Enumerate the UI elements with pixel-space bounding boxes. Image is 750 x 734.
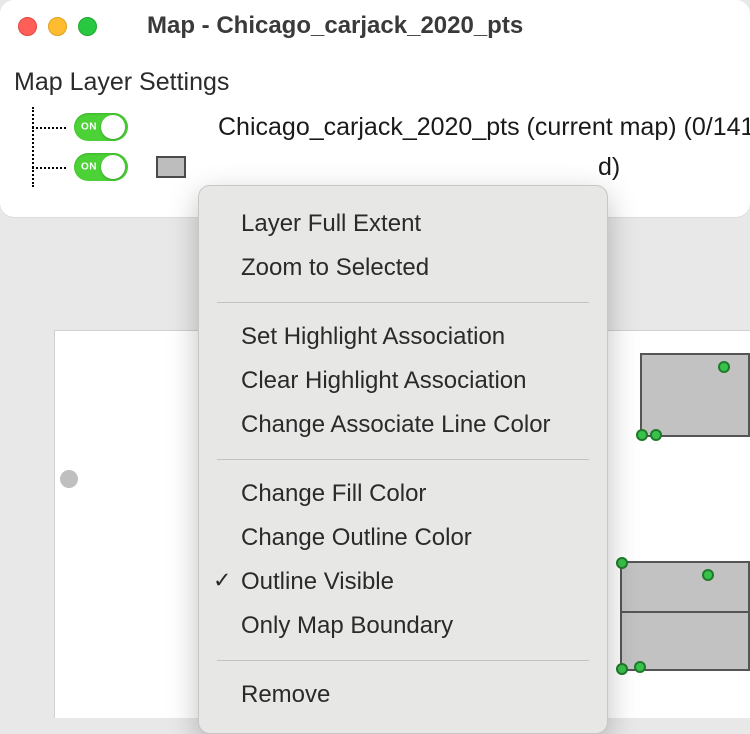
- menu-group-color: Change Fill Color Change Outline Color ✓…: [199, 466, 607, 654]
- toggle-on-label: ON: [81, 162, 97, 173]
- layer-context-menu: Layer Full Extent Zoom to Selected Set H…: [198, 185, 608, 734]
- menu-item-set-highlight-association[interactable]: Set Highlight Association: [199, 315, 607, 359]
- map-point: [718, 361, 730, 373]
- menu-item-outline-visible[interactable]: ✓ Outline Visible: [199, 560, 607, 604]
- menu-item-change-outline-color[interactable]: Change Outline Color: [199, 516, 607, 560]
- toggle-on-label: ON: [81, 122, 97, 133]
- layer-tree: ON Chicago_carjack_2020_pts (current map…: [14, 107, 736, 187]
- map-polygon: [620, 561, 750, 671]
- map-point: [702, 569, 714, 581]
- panel-heading: Map Layer Settings: [14, 68, 736, 97]
- menu-separator: [217, 459, 589, 460]
- scrollbar-thumb[interactable]: [60, 470, 78, 488]
- map-point: [616, 663, 628, 675]
- vertical-scrollbar[interactable]: [58, 330, 80, 718]
- close-icon[interactable]: [18, 17, 37, 36]
- map-point: [634, 661, 646, 673]
- checkmark-icon: ✓: [213, 568, 231, 594]
- menu-item-change-associate-line-color[interactable]: Change Associate Line Color: [199, 403, 607, 447]
- titlebar: Map - Chicago_carjack_2020_pts: [0, 0, 750, 48]
- menu-item-remove[interactable]: Remove: [199, 673, 607, 717]
- menu-item-layer-full-extent[interactable]: Layer Full Extent: [199, 202, 607, 246]
- map-point: [616, 557, 628, 569]
- menu-item-change-fill-color[interactable]: Change Fill Color: [199, 472, 607, 516]
- menu-separator: [217, 660, 589, 661]
- menu-group-highlight: Set Highlight Association Clear Highligh…: [199, 309, 607, 453]
- menu-item-label: Outline Visible: [241, 568, 394, 595]
- window-title: Map - Chicago_carjack_2020_pts: [147, 12, 523, 40]
- tree-connector: [32, 167, 66, 169]
- layer-color-swatch[interactable]: [156, 156, 186, 178]
- map-point: [650, 429, 662, 441]
- map-polygon: [640, 353, 750, 437]
- layer-visibility-toggle[interactable]: ON: [74, 153, 128, 181]
- menu-item-only-map-boundary[interactable]: Only Map Boundary: [199, 604, 607, 648]
- layer-label: Chicago_carjack_2020_pts (current map) (…: [218, 113, 750, 142]
- map-point: [636, 429, 648, 441]
- window-controls: [18, 17, 97, 36]
- maximize-icon[interactable]: [78, 17, 97, 36]
- layer-row-boundary[interactable]: ON d): [32, 147, 736, 187]
- menu-item-clear-highlight-association[interactable]: Clear Highlight Association: [199, 359, 607, 403]
- menu-separator: [217, 302, 589, 303]
- layer-visibility-toggle[interactable]: ON: [74, 113, 128, 141]
- tree-connector: [32, 127, 66, 129]
- map-polygon-divider: [622, 611, 748, 613]
- menu-item-zoom-to-selected[interactable]: Zoom to Selected: [199, 246, 607, 290]
- layer-row-points[interactable]: ON Chicago_carjack_2020_pts (current map…: [32, 107, 736, 147]
- menu-group-remove: Remove: [199, 667, 607, 723]
- minimize-icon[interactable]: [48, 17, 67, 36]
- layer-label-tail: d): [598, 153, 620, 182]
- menu-group-extent: Layer Full Extent Zoom to Selected: [199, 196, 607, 296]
